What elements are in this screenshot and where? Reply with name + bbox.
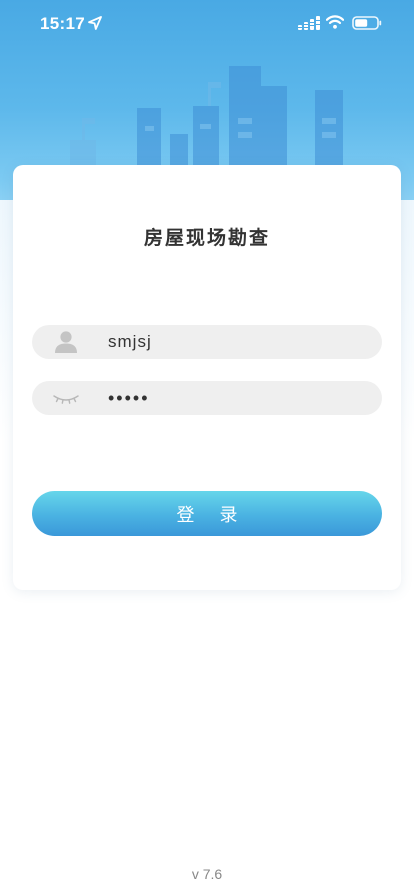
login-screen: 15:17 房屋现场勘查 smjsj ••••• 登 录 v 7.6	[0, 0, 414, 896]
signal-icon	[298, 16, 320, 30]
page-title: 房屋现场勘查	[143, 228, 270, 249]
battery-icon	[352, 16, 382, 30]
login-card: 房屋现场勘查 登 录	[13, 165, 401, 590]
password-field[interactable]	[32, 381, 382, 415]
location-arrow-icon	[88, 16, 102, 30]
username-input[interactable]	[108, 325, 368, 359]
status-bar: 15:17	[0, 0, 414, 48]
status-time: 15:17	[40, 14, 85, 33]
login-button[interactable]: 登 录	[32, 491, 382, 536]
password-input[interactable]	[108, 381, 368, 415]
eye-closed-icon[interactable]	[52, 384, 80, 412]
username-field[interactable]	[32, 325, 382, 359]
app-version: v 7.6	[191, 866, 223, 882]
wifi-icon	[326, 15, 344, 29]
user-icon	[55, 331, 77, 353]
